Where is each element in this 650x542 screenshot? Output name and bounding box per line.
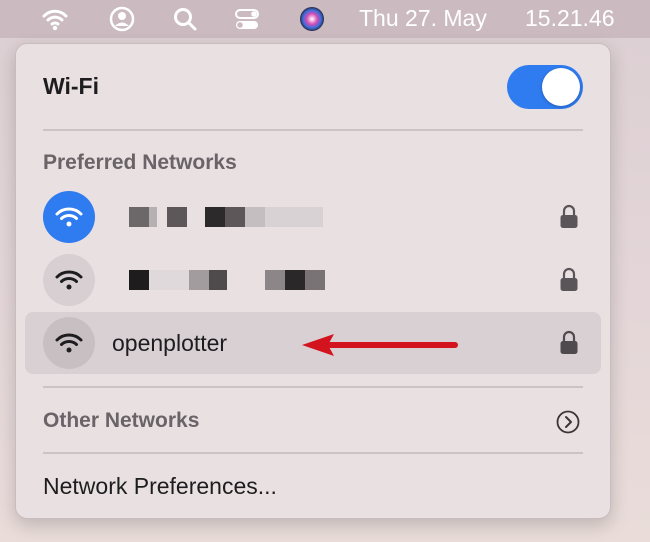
network-row-connected[interactable] xyxy=(25,186,601,248)
menubar-date[interactable]: Thu 27. May xyxy=(359,3,487,33)
other-networks-label[interactable]: Other Networks xyxy=(43,407,199,435)
divider xyxy=(43,386,583,388)
divider xyxy=(43,129,583,131)
wifi-signal-icon xyxy=(43,191,95,243)
menubar-time[interactable]: 15.21.46 xyxy=(525,3,615,33)
wifi-signal-icon xyxy=(43,254,95,306)
control-center-icon[interactable] xyxy=(233,5,261,33)
user-icon[interactable] xyxy=(108,5,136,33)
network-preferences-item[interactable]: Network Preferences... xyxy=(43,471,277,501)
panel-title: Wi-Fi xyxy=(43,73,99,99)
lock-icon xyxy=(560,267,578,291)
search-icon[interactable] xyxy=(171,5,199,33)
menu-bar: Thu 27. May 15.21.46 xyxy=(0,0,650,38)
wifi-panel: Wi-Fi Preferred Networks openplotter Oth… xyxy=(15,43,611,519)
preferred-networks-heading: Preferred Networks xyxy=(43,151,237,174)
siri-icon[interactable] xyxy=(298,5,326,33)
wifi-toggle[interactable] xyxy=(507,65,583,109)
network-row-saved[interactable] xyxy=(25,249,601,311)
toggle-knob xyxy=(542,68,580,106)
lock-icon xyxy=(560,204,578,228)
wifi-signal-icon xyxy=(43,317,95,369)
wifi-icon[interactable] xyxy=(41,5,69,33)
red-arrow-annotation xyxy=(302,334,458,356)
network-name: openplotter xyxy=(112,330,228,356)
lock-icon xyxy=(560,330,578,354)
chevron-right-icon[interactable] xyxy=(556,410,580,434)
divider xyxy=(43,452,583,454)
